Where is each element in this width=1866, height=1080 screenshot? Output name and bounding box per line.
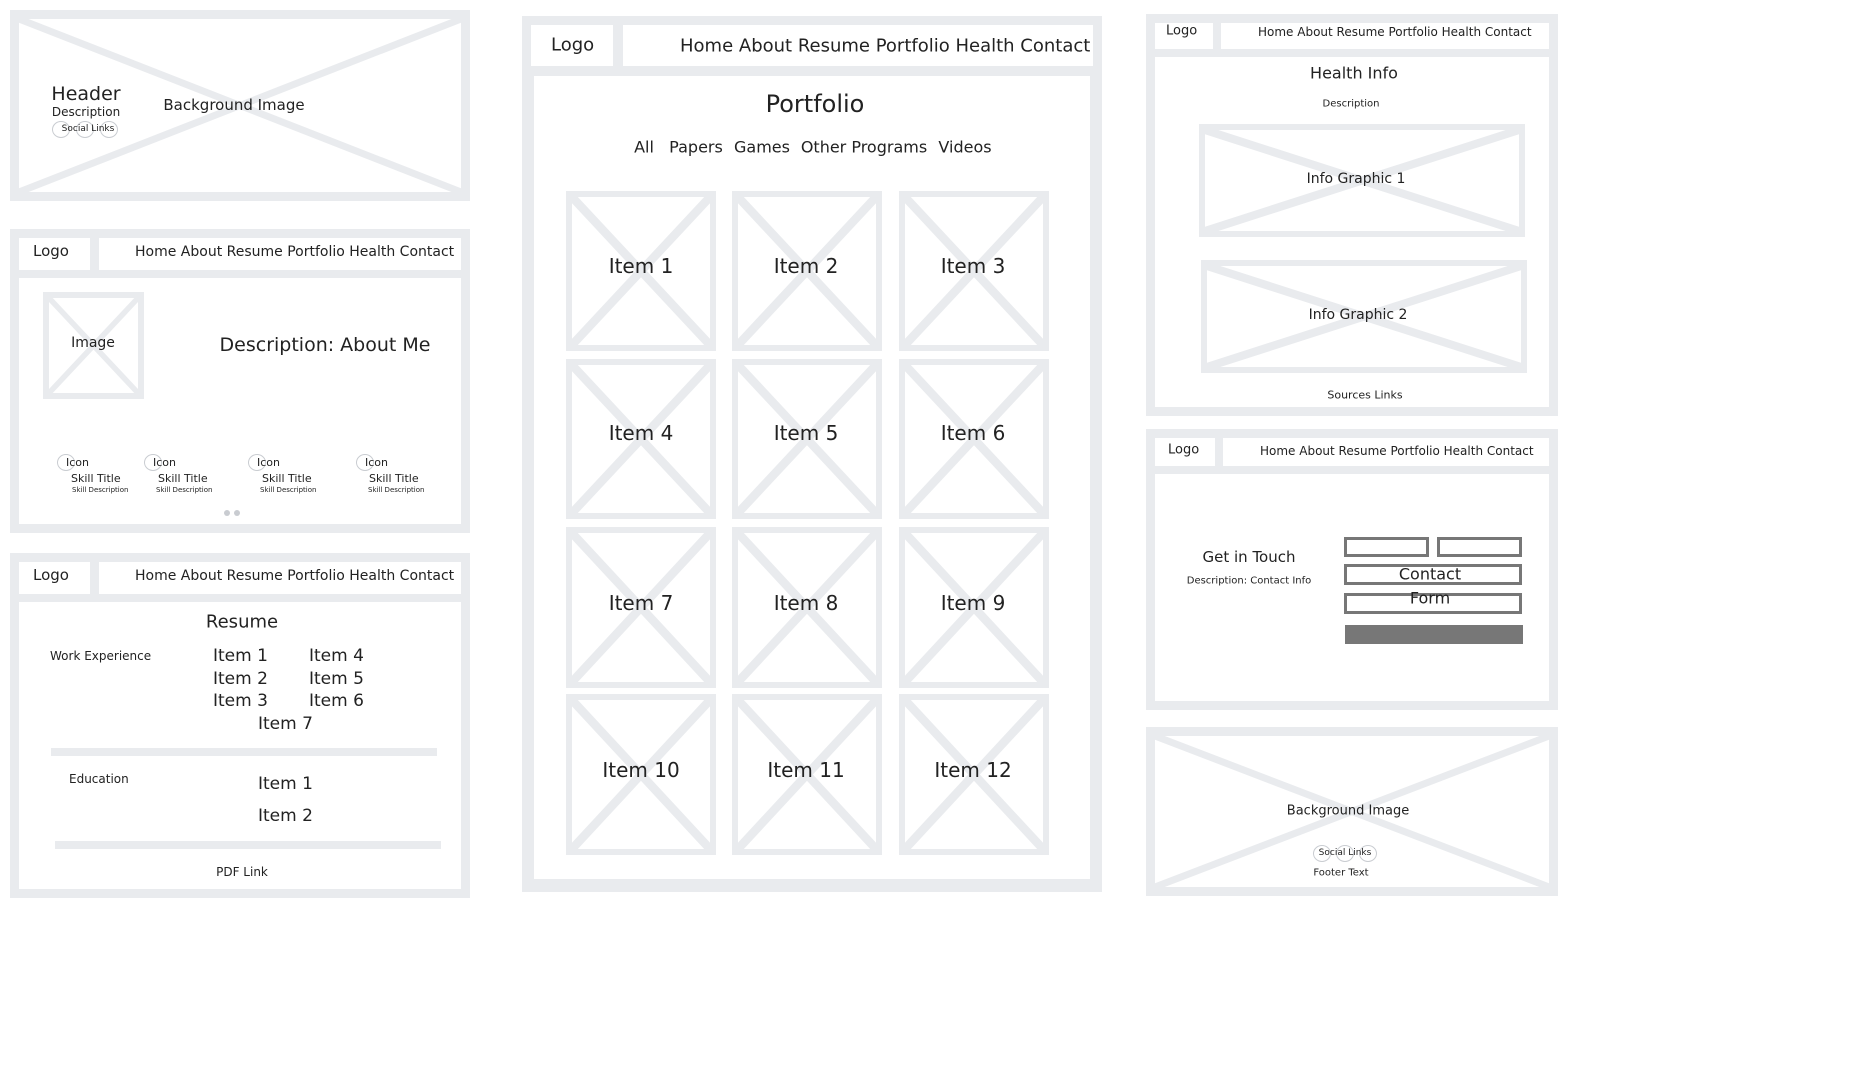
health-description: Description	[1322, 98, 1380, 110]
portfolio-item-label: Item 2	[773, 254, 839, 278]
sources-links[interactable]: Sources Links	[1327, 389, 1402, 402]
portfolio-item-label: Item 6	[940, 421, 1006, 445]
first-name-field[interactable]	[1344, 537, 1429, 557]
skill-title: Skill Title	[158, 472, 208, 485]
portfolio-item-label: Item 7	[608, 591, 674, 615]
education-label: Education	[69, 772, 129, 786]
last-name-field[interactable]	[1437, 537, 1522, 557]
resume-divider	[55, 841, 441, 849]
resume-nav-menu[interactable]: Home About Resume Portfolio Health Conta…	[135, 568, 454, 584]
submit-button[interactable]	[1345, 625, 1523, 644]
skill-title: Skill Title	[262, 472, 312, 485]
work-item: Item 4	[309, 646, 364, 666]
contact-form-label-line1: Contact	[1398, 564, 1462, 584]
skill-icon-label: Icon	[365, 456, 388, 469]
portfolio-item-label: Item 5	[773, 421, 839, 445]
info-graphic-1-label: Info Graphic 1	[1306, 171, 1406, 187]
filter-papers[interactable]: Papers	[669, 138, 723, 157]
skill-title: Skill Title	[71, 472, 121, 485]
contact-form-label-line2: Form	[1409, 588, 1451, 608]
filter-all[interactable]: All	[634, 138, 654, 157]
contact-content-area	[1155, 474, 1549, 701]
portfolio-item-label: Item 3	[940, 254, 1006, 278]
carousel-dot[interactable]	[224, 510, 230, 516]
filter-games[interactable]: Games	[734, 138, 790, 157]
portfolio-item-label: Item 11	[767, 758, 845, 782]
skill-title: Skill Title	[369, 472, 419, 485]
skill-icon-label: Icon	[66, 456, 89, 469]
contact-title: Get in Touch	[1202, 548, 1296, 566]
resume-divider	[51, 748, 437, 756]
skill-icon-label: Icon	[257, 456, 280, 469]
work-item: Item 2	[213, 669, 268, 689]
pdf-link[interactable]: PDF Link	[216, 865, 268, 879]
about-image-label: Image	[71, 335, 115, 351]
carousel-dot[interactable]	[234, 510, 240, 516]
portfolio-item-label: Item 8	[773, 591, 839, 615]
work-item: Item 5	[309, 669, 364, 689]
footer-social-links[interactable]: Social Links	[1319, 848, 1372, 858]
health-nav-menu[interactable]: Home About Resume Portfolio Health Conta…	[1258, 25, 1532, 39]
resume-title: Resume	[205, 611, 279, 633]
education-item: Item 2	[258, 806, 313, 826]
portfolio-item-label: Item 1	[608, 254, 674, 278]
health-title: Health Info	[1310, 63, 1398, 83]
about-nav-menu[interactable]: Home About Resume Portfolio Health Conta…	[135, 244, 454, 260]
filter-other-programs[interactable]: Other Programs	[801, 138, 927, 157]
work-item: Item 6	[309, 691, 364, 711]
skill-icon-label: Icon	[153, 456, 176, 469]
contact-description: Description: Contact Info	[1186, 575, 1312, 587]
resume-logo[interactable]: Logo	[33, 566, 69, 584]
contact-logo[interactable]: Logo	[1168, 443, 1199, 458]
about-logo[interactable]: Logo	[33, 242, 69, 260]
about-description: Description: About Me	[219, 334, 431, 356]
portfolio-logo[interactable]: Logo	[551, 35, 594, 56]
portfolio-item-label: Item 12	[934, 758, 1012, 782]
info-graphic-2-label: Info Graphic 2	[1308, 307, 1408, 323]
footer-text: Footer Text	[1313, 867, 1369, 879]
filter-videos[interactable]: Videos	[938, 138, 991, 157]
work-item: Item 3	[213, 691, 268, 711]
skill-description: Skill Description	[260, 486, 317, 494]
work-item: Item 1	[213, 646, 268, 666]
portfolio-item-label: Item 4	[608, 421, 674, 445]
work-item: Item 7	[258, 714, 313, 734]
footer-background-label: Background Image	[1286, 803, 1410, 819]
contact-nav-menu[interactable]: Home About Resume Portfolio Health Conta…	[1260, 444, 1534, 458]
portfolio-item-label: Item 9	[940, 591, 1006, 615]
header-description: Description	[51, 105, 121, 119]
portfolio-title: Portfolio	[765, 90, 865, 118]
education-item: Item 1	[258, 774, 313, 794]
header-title: Header	[51, 83, 121, 105]
health-logo[interactable]: Logo	[1166, 24, 1197, 39]
portfolio-item-label: Item 10	[602, 758, 680, 782]
work-experience-label: Work Experience	[50, 649, 152, 663]
social-links-label[interactable]: Social Links	[62, 124, 115, 134]
portfolio-nav-menu[interactable]: Home About Resume Portfolio Health Conta…	[680, 36, 1090, 57]
skill-description: Skill Description	[156, 486, 213, 494]
background-image-label: Background Image	[163, 96, 305, 114]
skill-description: Skill Description	[72, 486, 129, 494]
skill-description: Skill Description	[368, 486, 425, 494]
